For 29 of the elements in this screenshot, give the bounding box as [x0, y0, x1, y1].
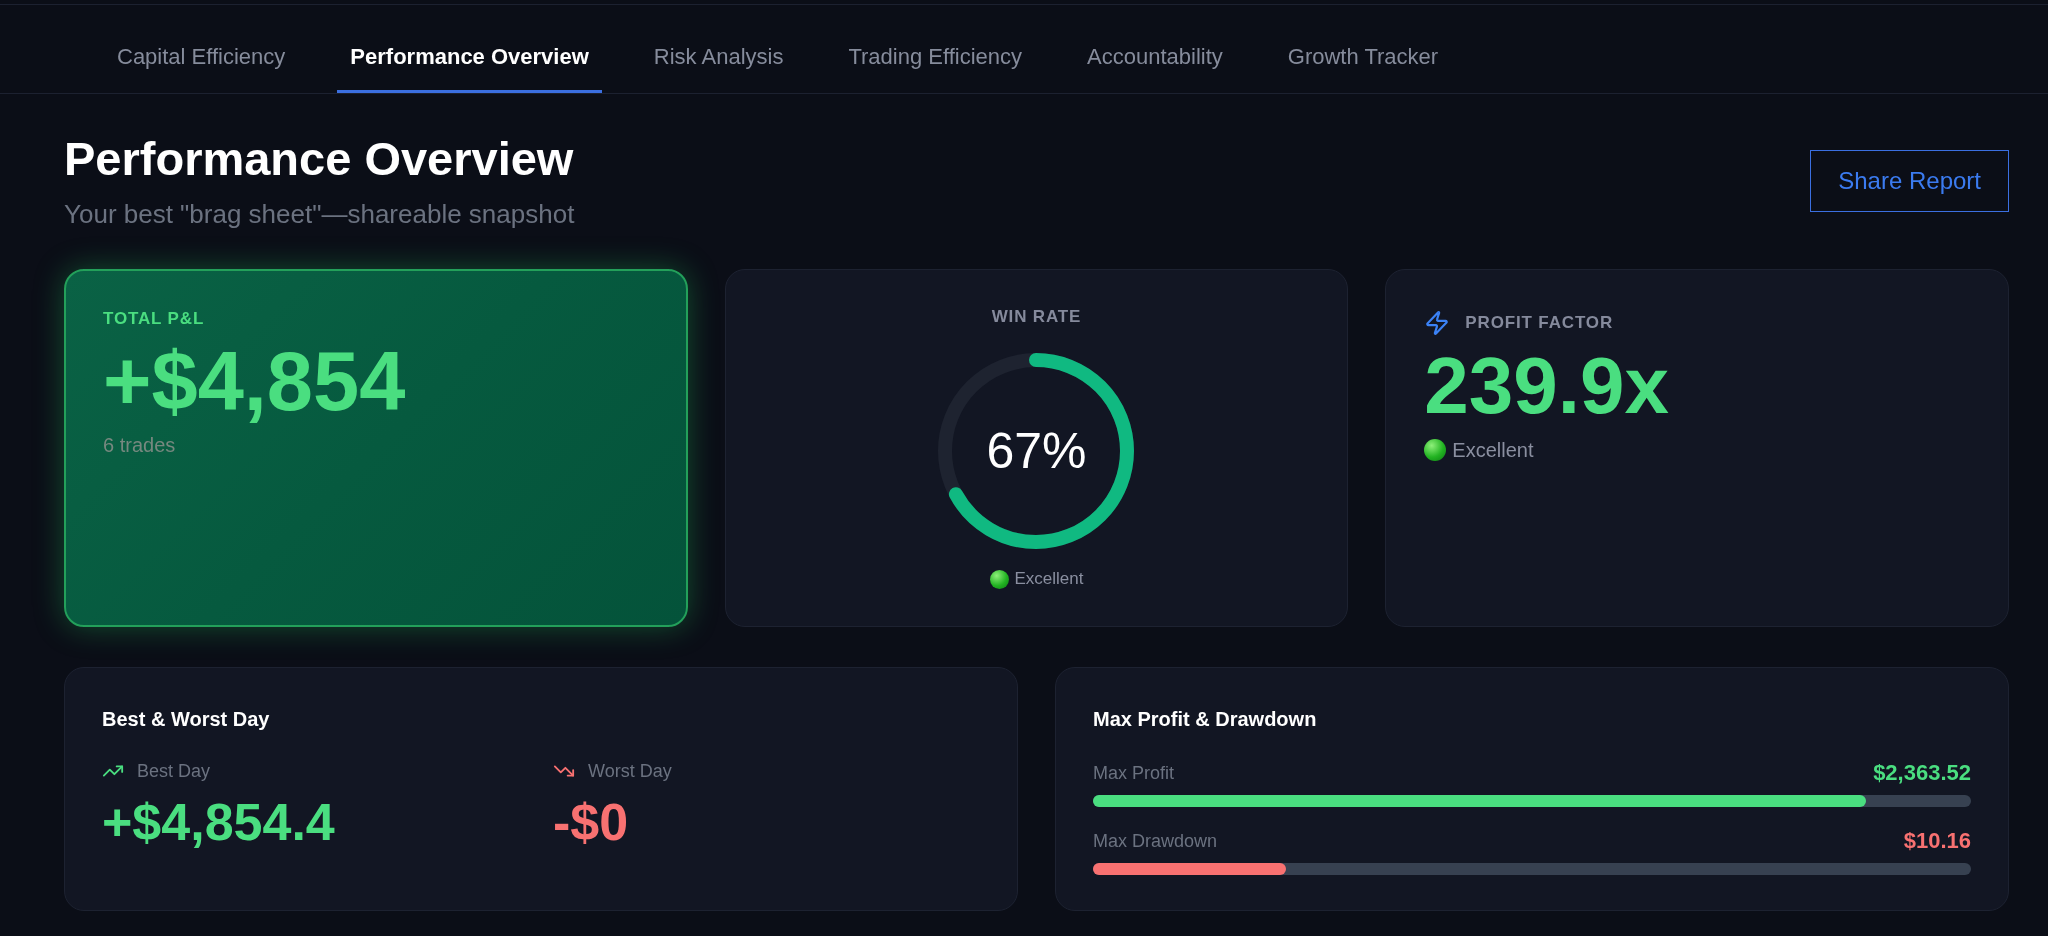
metric-label: Max Drawdown — [1093, 830, 1218, 853]
tab[interactable]: Risk Analysis — [640, 5, 797, 93]
tab[interactable]: Trading Efficiency — [835, 5, 1036, 93]
tab[interactable]: Capital Efficiency — [104, 5, 299, 93]
metric-value: $2,363.52 — [1873, 759, 1971, 787]
metric-label: Max Profit — [1093, 762, 1175, 785]
win-rate-value: 67% — [986, 423, 1087, 479]
win-rate-rating: Excellent — [1014, 568, 1084, 590]
total-pnl-value: +$4,854 — [103, 341, 406, 423]
profit-factor-value: 239.9x — [1424, 346, 1669, 426]
total-pnl-label: TOTAL P&L — [103, 308, 205, 330]
day-value: +$4,854.4 — [102, 796, 335, 848]
lightning-icon — [1424, 310, 1451, 336]
share-report-button[interactable]: Share Report — [1810, 150, 2009, 212]
trade-count: 6 trades — [103, 433, 176, 458]
win-rate-label: WIN RATE — [991, 306, 1082, 328]
tab[interactable]: Growth Tracker — [1274, 5, 1452, 93]
tab[interactable]: Performance Overview — [337, 5, 602, 93]
tab[interactable]: Accountability — [1074, 5, 1236, 93]
day-label: Worst Day — [588, 760, 672, 783]
day-value: -$0 — [553, 796, 629, 848]
metric-value: $10.16 — [1903, 827, 1971, 855]
profit-factor-label: PROFIT FACTOR — [1465, 312, 1613, 334]
card-title: Best & Worst Day — [102, 707, 271, 732]
day-label: Best Day — [137, 760, 211, 783]
card-title: Max Profit & Drawdown — [1093, 707, 1318, 732]
page-subtitle: Your best "brag sheet"—shareable snapshot — [64, 199, 575, 229]
page-title: Performance Overview — [64, 131, 575, 187]
profit-factor-rating: Excellent — [1452, 438, 1534, 463]
